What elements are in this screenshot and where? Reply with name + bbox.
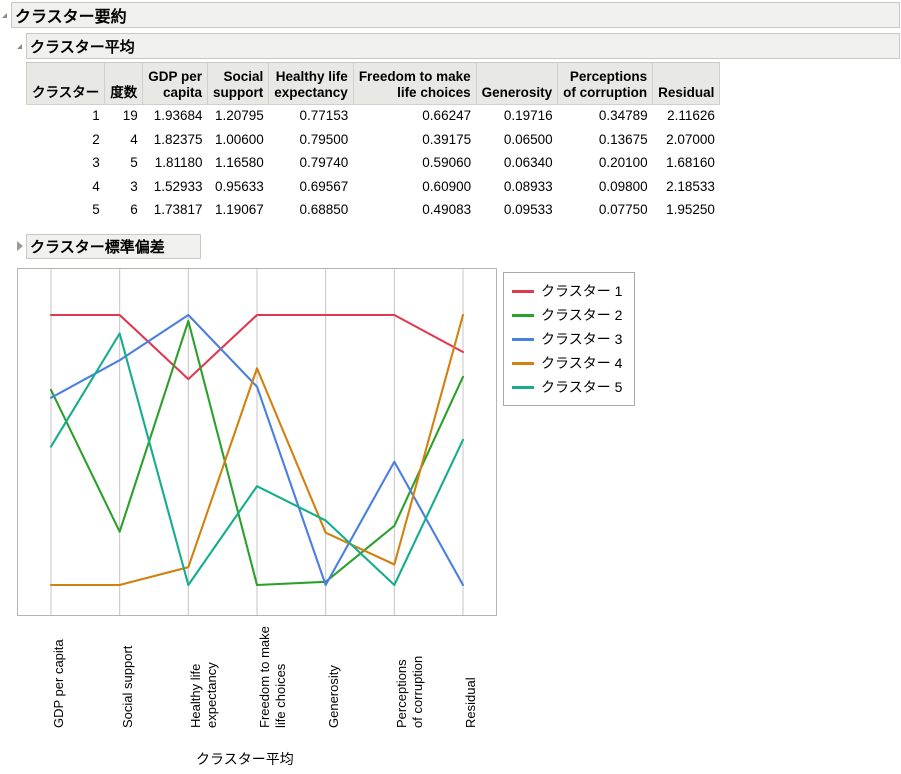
table-row[interactable]: 5 6 1.73817 1.19067 0.68850 0.49083 0.09533 0.0…	[26, 199, 720, 223]
cell-freedom-to-make-life-choices: 0.59060	[353, 152, 477, 176]
cell-social-support: 1.19067	[207, 199, 269, 223]
legend-swatch-cluster-5	[512, 385, 534, 389]
column-header-perceptions-of-corruption[interactable]: Perceptions of corruption	[557, 62, 654, 105]
x-tick-label-freedom-to-make-life-choices: Freedom to make life choices	[257, 626, 288, 728]
cell-freedom-to-make-life-choices: 0.66247	[353, 104, 477, 129]
chart-gridlines	[50, 269, 464, 615]
cell-social-support: 1.16580	[207, 152, 269, 176]
legend-item-cluster-1[interactable]: クラスター 1	[512, 279, 622, 303]
column-header-social-support[interactable]: Social support	[207, 62, 270, 105]
cell-freedom-to-make-life-choices: 0.60900	[353, 175, 477, 200]
cell-healthy-life-expectancy: 0.77153	[268, 104, 354, 129]
column-header-residual[interactable]: Residual	[652, 62, 721, 105]
legend-label-cluster-3: クラスター 3	[541, 331, 623, 347]
x-axis-title: クラスター平均	[196, 751, 294, 767]
table-header-row: クラスター 度数 GDP per capita Social support H…	[25, 62, 721, 105]
cluster-means-chart: クラスター 1 クラスター 2 クラスター 3 クラスター 4 クラスター 5 …	[0, 260, 901, 774]
cell-social-support: 1.00600	[207, 128, 269, 153]
triangle-right-icon[interactable]	[17, 241, 23, 251]
column-header-cluster[interactable]: クラスター	[25, 62, 106, 105]
cell-count: 4	[104, 128, 143, 153]
table-row[interactable]: 1 19 1.93684 1.20795 0.77153 0.66247 0.19716 0.…	[26, 104, 720, 129]
column-header-count[interactable]: 度数	[104, 62, 144, 105]
cell-healthy-life-expectancy: 0.68850	[268, 199, 354, 223]
x-tick-label-perceptions-of-corruption: Perceptions of corruption	[394, 655, 426, 728]
cell-residual: 2.11626	[652, 104, 720, 129]
cell-gdp-per-capita: 1.93684	[142, 104, 208, 129]
cell-count: 5	[104, 152, 143, 176]
cell-healthy-life-expectancy: 0.79500	[268, 128, 354, 153]
x-tick-label-gdp-per-capita: GDP per capita	[51, 639, 66, 728]
legend-label-cluster-4: クラスター 4	[541, 355, 623, 371]
cluster-summary-report: クラスター要約 クラスター平均 クラスター 度数 GDP per capita …	[0, 0, 901, 774]
cell-gdp-per-capita: 1.81180	[142, 152, 208, 176]
section-title-cluster-std-dev: クラスター標準偏差	[30, 239, 165, 256]
column-header-healthy-life-expectancy[interactable]: Healthy life expectancy	[268, 62, 354, 105]
cell-perceptions-of-corruption: 0.20100	[557, 152, 653, 176]
cell-generosity: 0.08933	[476, 175, 558, 200]
column-header-freedom-to-make-life-choices[interactable]: Freedom to make life choices	[352, 62, 477, 105]
cell-healthy-life-expectancy: 0.69567	[268, 175, 354, 200]
cell-count: 3	[104, 175, 143, 200]
column-header-generosity[interactable]: Generosity	[475, 62, 559, 105]
column-header-gdp-per-capita[interactable]: GDP per capita	[142, 62, 209, 105]
parallel-coordinates-plot	[49, 269, 465, 615]
section-header-cluster-means[interactable]: クラスター平均	[26, 33, 900, 59]
plot-area	[17, 268, 497, 616]
table-row[interactable]: 3 5 1.81180 1.16580 0.79740 0.59060 0.06340 0.2…	[26, 152, 720, 176]
x-tick-label-social-support: Social support	[119, 645, 135, 728]
triangle-down-icon[interactable]	[2, 13, 7, 18]
cell-generosity: 0.09533	[476, 199, 558, 223]
cell-healthy-life-expectancy: 0.79740	[268, 152, 354, 176]
cell-cluster: 2	[26, 128, 105, 153]
cell-gdp-per-capita: 1.52933	[142, 175, 208, 200]
triangle-down-icon[interactable]	[17, 44, 22, 49]
cell-generosity: 0.06500	[476, 128, 558, 153]
cell-gdp-per-capita: 1.73817	[142, 199, 208, 223]
table-row[interactable]: 2 4 1.82375 1.00600 0.79500 0.39175 0.06500 0.1…	[26, 128, 720, 153]
x-tick-label-residual: Residual	[463, 677, 478, 728]
cell-perceptions-of-corruption: 0.09800	[557, 175, 653, 200]
cell-residual: 2.18533	[652, 175, 720, 200]
cell-residual: 1.68160	[652, 152, 720, 176]
cell-generosity: 0.06340	[476, 152, 558, 176]
cell-cluster: 3	[26, 152, 105, 176]
legend-item-cluster-5[interactable]: クラスター 5	[512, 375, 622, 399]
chart-legend: クラスター 1 クラスター 2 クラスター 3 クラスター 4 クラスター 5	[503, 272, 636, 406]
cell-social-support: 0.95633	[207, 175, 269, 200]
legend-swatch-cluster-1	[512, 289, 534, 293]
cell-residual: 1.95250	[652, 199, 720, 223]
section-title-cluster-means: クラスター平均	[30, 38, 135, 56]
cell-count: 19	[104, 104, 143, 129]
legend-item-cluster-3[interactable]: クラスター 3	[512, 327, 622, 351]
table-row[interactable]: 4 3 1.52933 0.95633 0.69567 0.60900 0.08933 0.0…	[26, 175, 720, 200]
cell-freedom-to-make-life-choices: 0.49083	[353, 199, 477, 223]
cell-social-support: 1.20795	[207, 104, 269, 129]
cell-perceptions-of-corruption: 0.13675	[557, 128, 653, 153]
cell-gdp-per-capita: 1.82375	[142, 128, 208, 153]
x-tick-label-healthy-life-expectancy: Healthy life expectancy	[188, 662, 220, 728]
legend-swatch-cluster-2	[512, 313, 534, 317]
legend-label-cluster-1: クラスター 1	[541, 283, 623, 299]
cluster-means-table: クラスター 度数 GDP per capita Social support H…	[25, 62, 721, 223]
cell-perceptions-of-corruption: 0.07750	[557, 199, 653, 223]
cell-cluster: 1	[26, 104, 105, 129]
section-header-cluster-summary[interactable]: クラスター要約	[11, 2, 900, 28]
section-header-cluster-std-dev[interactable]: クラスター標準偏差	[26, 234, 201, 259]
legend-swatch-cluster-4	[512, 361, 534, 365]
cell-freedom-to-make-life-choices: 0.39175	[353, 128, 477, 153]
cell-cluster: 4	[26, 175, 105, 200]
legend-label-cluster-2: クラスター 2	[541, 307, 623, 323]
section-title-cluster-summary: クラスター要約	[15, 9, 127, 26]
x-tick-label-generosity: Generosity	[325, 665, 341, 728]
cell-generosity: 0.19716	[476, 104, 558, 129]
legend-swatch-cluster-3	[512, 337, 534, 341]
legend-item-cluster-2[interactable]: クラスター 2	[512, 303, 622, 327]
cell-perceptions-of-corruption: 0.34789	[557, 104, 653, 129]
legend-item-cluster-4[interactable]: クラスター 4	[512, 351, 622, 375]
cell-count: 6	[104, 199, 143, 223]
cell-residual: 2.07000	[652, 128, 720, 153]
cell-cluster: 5	[26, 199, 105, 223]
legend-label-cluster-5: クラスター 5	[541, 379, 623, 395]
